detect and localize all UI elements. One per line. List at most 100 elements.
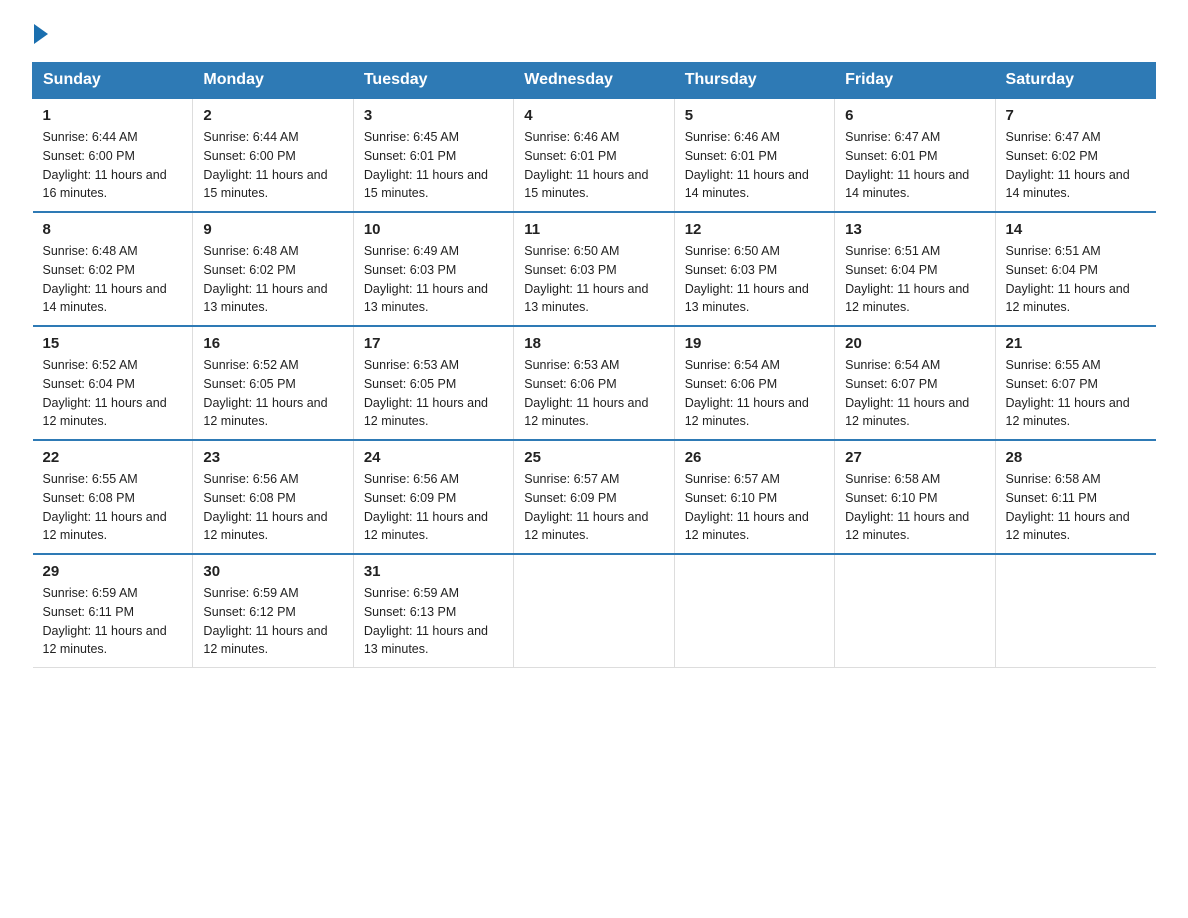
day-cell: 26 Sunrise: 6:57 AMSunset: 6:10 PMDayligh… — [674, 440, 834, 554]
day-cell: 24 Sunrise: 6:56 AMSunset: 6:09 PMDayligh… — [353, 440, 513, 554]
day-cell: 16 Sunrise: 6:52 AMSunset: 6:05 PMDayligh… — [193, 326, 353, 440]
day-cell — [514, 554, 674, 668]
day-number: 13 — [845, 221, 984, 238]
col-header-wednesday: Wednesday — [514, 63, 674, 99]
day-number: 28 — [1006, 449, 1146, 466]
day-info: Sunrise: 6:48 AMSunset: 6:02 PMDaylight:… — [203, 244, 327, 314]
day-info: Sunrise: 6:53 AMSunset: 6:06 PMDaylight:… — [524, 358, 648, 428]
day-info: Sunrise: 6:58 AMSunset: 6:10 PMDaylight:… — [845, 472, 969, 542]
day-number: 25 — [524, 449, 663, 466]
day-cell: 27 Sunrise: 6:58 AMSunset: 6:10 PMDayligh… — [835, 440, 995, 554]
day-cell: 8 Sunrise: 6:48 AMSunset: 6:02 PMDaylight… — [33, 212, 193, 326]
day-number: 29 — [43, 563, 183, 580]
day-info: Sunrise: 6:57 AMSunset: 6:09 PMDaylight:… — [524, 472, 648, 542]
day-cell: 1 Sunrise: 6:44 AMSunset: 6:00 PMDaylight… — [33, 98, 193, 212]
day-number: 27 — [845, 449, 984, 466]
day-cell: 18Sunrise: 6:53 AMSunset: 6:06 PMDayligh… — [514, 326, 674, 440]
day-info: Sunrise: 6:55 AMSunset: 6:07 PMDaylight:… — [1006, 358, 1130, 428]
day-info: Sunrise: 6:47 AMSunset: 6:01 PMDaylight:… — [845, 130, 969, 200]
day-info: Sunrise: 6:44 AMSunset: 6:00 PMDaylight:… — [43, 130, 167, 200]
day-number: 1 — [43, 107, 183, 124]
day-info: Sunrise: 6:52 AMSunset: 6:04 PMDaylight:… — [43, 358, 167, 428]
day-cell: 21 Sunrise: 6:55 AMSunset: 6:07 PMDayligh… — [995, 326, 1155, 440]
day-number: 22 — [43, 449, 183, 466]
day-cell: 4 Sunrise: 6:46 AMSunset: 6:01 PMDaylight… — [514, 98, 674, 212]
day-cell: 25 Sunrise: 6:57 AMSunset: 6:09 PMDayligh… — [514, 440, 674, 554]
day-number: 12 — [685, 221, 824, 238]
week-row-4: 22 Sunrise: 6:55 AMSunset: 6:08 PMDayligh… — [33, 440, 1156, 554]
col-header-saturday: Saturday — [995, 63, 1155, 99]
day-number: 21 — [1006, 335, 1146, 352]
day-cell: 30 Sunrise: 6:59 AMSunset: 6:12 PMDayligh… — [193, 554, 353, 668]
day-info: Sunrise: 6:56 AMSunset: 6:08 PMDaylight:… — [203, 472, 327, 542]
day-cell: 3 Sunrise: 6:45 AMSunset: 6:01 PMDaylight… — [353, 98, 513, 212]
day-cell: 14 Sunrise: 6:51 AMSunset: 6:04 PMDayligh… — [995, 212, 1155, 326]
day-info: Sunrise: 6:54 AMSunset: 6:07 PMDaylight:… — [845, 358, 969, 428]
day-info: Sunrise: 6:50 AMSunset: 6:03 PMDaylight:… — [524, 244, 648, 314]
page-header — [32, 24, 1156, 44]
day-cell: 29 Sunrise: 6:59 AMSunset: 6:11 PMDayligh… — [33, 554, 193, 668]
day-cell: 31 Sunrise: 6:59 AMSunset: 6:13 PMDayligh… — [353, 554, 513, 668]
day-number: 4 — [524, 107, 663, 124]
day-info: Sunrise: 6:45 AMSunset: 6:01 PMDaylight:… — [364, 130, 488, 200]
day-info: Sunrise: 6:59 AMSunset: 6:11 PMDaylight:… — [43, 586, 167, 656]
day-info: Sunrise: 6:48 AMSunset: 6:02 PMDaylight:… — [43, 244, 167, 314]
week-row-5: 29 Sunrise: 6:59 AMSunset: 6:11 PMDayligh… — [33, 554, 1156, 668]
day-info: Sunrise: 6:57 AMSunset: 6:10 PMDaylight:… — [685, 472, 809, 542]
day-number: 26 — [685, 449, 824, 466]
day-cell — [674, 554, 834, 668]
day-cell — [995, 554, 1155, 668]
day-info: Sunrise: 6:46 AMSunset: 6:01 PMDaylight:… — [685, 130, 809, 200]
day-number: 17 — [364, 335, 503, 352]
week-row-1: 1 Sunrise: 6:44 AMSunset: 6:00 PMDaylight… — [33, 98, 1156, 212]
day-number: 23 — [203, 449, 342, 466]
day-number: 5 — [685, 107, 824, 124]
day-number: 16 — [203, 335, 342, 352]
day-number: 8 — [43, 221, 183, 238]
day-number: 10 — [364, 221, 503, 238]
day-number: 30 — [203, 563, 342, 580]
day-info: Sunrise: 6:59 AMSunset: 6:13 PMDaylight:… — [364, 586, 488, 656]
day-info: Sunrise: 6:50 AMSunset: 6:03 PMDaylight:… — [685, 244, 809, 314]
day-cell: 15 Sunrise: 6:52 AMSunset: 6:04 PMDayligh… — [33, 326, 193, 440]
day-cell: 20Sunrise: 6:54 AMSunset: 6:07 PMDayligh… — [835, 326, 995, 440]
col-header-tuesday: Tuesday — [353, 63, 513, 99]
day-cell: 5 Sunrise: 6:46 AMSunset: 6:01 PMDaylight… — [674, 98, 834, 212]
day-number: 14 — [1006, 221, 1146, 238]
day-cell: 19 Sunrise: 6:54 AMSunset: 6:06 PMDayligh… — [674, 326, 834, 440]
col-header-thursday: Thursday — [674, 63, 834, 99]
calendar-table: SundayMondayTuesdayWednesdayThursdayFrid… — [32, 62, 1156, 668]
day-cell: 7Sunrise: 6:47 AMSunset: 6:02 PMDaylight… — [995, 98, 1155, 212]
day-number: 6 — [845, 107, 984, 124]
day-info: Sunrise: 6:55 AMSunset: 6:08 PMDaylight:… — [43, 472, 167, 542]
col-header-friday: Friday — [835, 63, 995, 99]
day-number: 24 — [364, 449, 503, 466]
day-cell: 23 Sunrise: 6:56 AMSunset: 6:08 PMDayligh… — [193, 440, 353, 554]
week-row-2: 8 Sunrise: 6:48 AMSunset: 6:02 PMDaylight… — [33, 212, 1156, 326]
logo-arrow-icon — [34, 24, 48, 44]
day-info: Sunrise: 6:44 AMSunset: 6:00 PMDaylight:… — [203, 130, 327, 200]
week-row-3: 15 Sunrise: 6:52 AMSunset: 6:04 PMDayligh… — [33, 326, 1156, 440]
day-number: 31 — [364, 563, 503, 580]
day-number: 7 — [1006, 107, 1146, 124]
col-header-sunday: Sunday — [33, 63, 193, 99]
day-info: Sunrise: 6:56 AMSunset: 6:09 PMDaylight:… — [364, 472, 488, 542]
day-cell: 10Sunrise: 6:49 AMSunset: 6:03 PMDayligh… — [353, 212, 513, 326]
day-number: 3 — [364, 107, 503, 124]
day-number: 15 — [43, 335, 183, 352]
day-cell: 2Sunrise: 6:44 AMSunset: 6:00 PMDaylight… — [193, 98, 353, 212]
day-number: 19 — [685, 335, 824, 352]
day-cell — [835, 554, 995, 668]
day-info: Sunrise: 6:52 AMSunset: 6:05 PMDaylight:… — [203, 358, 327, 428]
day-number: 9 — [203, 221, 342, 238]
day-cell: 6 Sunrise: 6:47 AMSunset: 6:01 PMDaylight… — [835, 98, 995, 212]
day-cell: 9 Sunrise: 6:48 AMSunset: 6:02 PMDaylight… — [193, 212, 353, 326]
day-info: Sunrise: 6:53 AMSunset: 6:05 PMDaylight:… — [364, 358, 488, 428]
day-info: Sunrise: 6:46 AMSunset: 6:01 PMDaylight:… — [524, 130, 648, 200]
day-info: Sunrise: 6:59 AMSunset: 6:12 PMDaylight:… — [203, 586, 327, 656]
logo — [32, 24, 48, 44]
day-info: Sunrise: 6:51 AMSunset: 6:04 PMDaylight:… — [1006, 244, 1130, 314]
day-cell: 17 Sunrise: 6:53 AMSunset: 6:05 PMDayligh… — [353, 326, 513, 440]
day-info: Sunrise: 6:54 AMSunset: 6:06 PMDaylight:… — [685, 358, 809, 428]
day-cell: 22 Sunrise: 6:55 AMSunset: 6:08 PMDayligh… — [33, 440, 193, 554]
